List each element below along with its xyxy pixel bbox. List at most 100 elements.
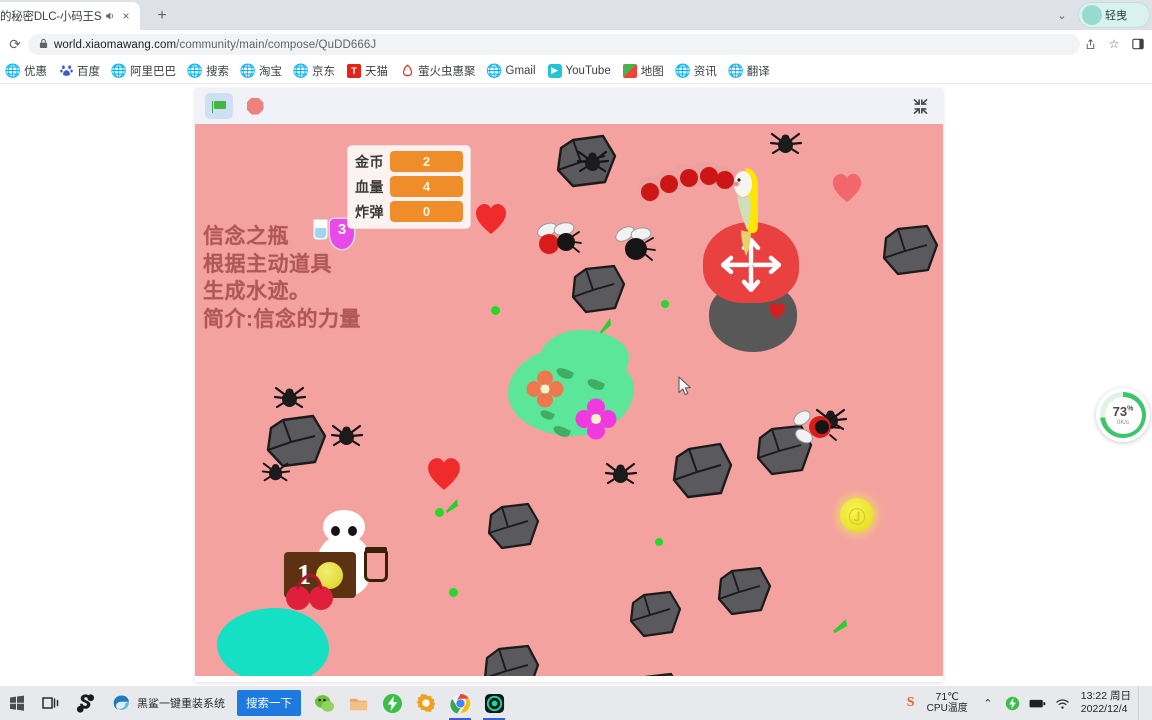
bookmark-item[interactable]: 🌐 淘宝 xyxy=(235,60,288,82)
wifi-icon[interactable] xyxy=(1054,694,1072,712)
bookmark-item[interactable]: 地图 xyxy=(617,60,670,82)
sogou-browser-icon[interactable] xyxy=(68,686,102,720)
flower-sprite xyxy=(575,398,617,440)
chevron-down-icon[interactable]: ⌄ xyxy=(1048,1,1076,29)
new-tab-button[interactable]: + xyxy=(150,4,174,28)
tab-audio-icon[interactable] xyxy=(102,8,118,24)
green-flag-icon xyxy=(211,100,227,113)
taskbar-app-edge[interactable]: 黑鲨一键重装系统 xyxy=(102,688,233,718)
spider-sprite xyxy=(604,460,638,490)
address-bar[interactable]: world.xiaomawang.com/community/main/comp… xyxy=(28,34,1080,55)
spider-sprite xyxy=(273,384,307,414)
bookmark-star-icon[interactable]: ☆ xyxy=(1102,32,1126,56)
stop-button[interactable] xyxy=(242,93,268,119)
network-speed-widget[interactable]: 73% 0K/s xyxy=(1096,388,1150,442)
search-button[interactable]: 搜索一下 xyxy=(237,690,301,716)
bookmark-item[interactable]: ▶ YouTube xyxy=(542,60,617,82)
green-dot-sprite xyxy=(449,588,458,597)
thunder-tray-icon[interactable] xyxy=(1004,694,1022,712)
percent-unit: % xyxy=(1127,405,1134,413)
chevron-up-icon[interactable]: ⌃ xyxy=(979,694,997,712)
wechat-icon[interactable] xyxy=(307,686,341,720)
globe-icon: 🌐 xyxy=(292,62,310,78)
globe-icon: 🌐 xyxy=(727,62,744,78)
game-toolbar xyxy=(195,88,943,124)
youtube-icon: ▶ xyxy=(547,63,562,78)
bookmark-label: 资讯 xyxy=(693,65,717,78)
bookmark-item[interactable]: 🌐 翻译 xyxy=(723,60,776,82)
battery-icon[interactable] xyxy=(1029,694,1047,712)
game-stage[interactable]: 1 Ⓙ 金币 2 血量 4 炸弹 0 信念之瓶 根据主动道具 生成水迹。 简介:… xyxy=(195,124,943,676)
bookmark-item[interactable]: 🌐 京东 xyxy=(288,60,341,82)
bookmark-item[interactable]: 🌐 阿里巴巴 xyxy=(106,60,182,82)
rock-sprite xyxy=(716,566,772,616)
bookmark-label: 萤火虫惠聚 xyxy=(418,65,476,78)
bookmark-item[interactable]: 🌐 搜索 xyxy=(182,60,235,82)
rock-sprite xyxy=(570,264,626,314)
heart-sprite xyxy=(426,456,462,492)
thunder-icon[interactable] xyxy=(375,686,409,720)
heart-sprite xyxy=(474,202,508,236)
hud-label-health: 血量 xyxy=(355,178,384,195)
settings-icon[interactable] xyxy=(409,686,443,720)
rock-sprite xyxy=(628,590,682,638)
share-icon[interactable] xyxy=(1078,32,1102,56)
leaf-shard-sprite xyxy=(831,616,849,634)
bookmark-label: 搜索 xyxy=(206,65,229,78)
rock-sprite xyxy=(486,502,540,550)
globe-icon: 🌐 xyxy=(110,62,128,78)
snowman-eye xyxy=(348,526,357,536)
player-character-sprite xyxy=(723,162,769,262)
avatar xyxy=(1082,5,1102,25)
chrome-icon[interactable] xyxy=(443,686,477,720)
flask-icon xyxy=(313,219,328,240)
bookmark-item[interactable]: 🌐 Gmail xyxy=(482,60,542,82)
coin-pickup-sprite: Ⓙ xyxy=(840,498,874,532)
bookmark-label: 地图 xyxy=(640,65,664,78)
cpu-temp-widget[interactable]: 71℃ CPU温度 xyxy=(927,691,968,715)
browser-tab[interactable]: 的秘密DLC-小码王Sc × xyxy=(0,2,140,30)
rock-sprite xyxy=(629,672,683,676)
bookmark-item[interactable]: 百度 xyxy=(53,60,106,82)
rock-sprite xyxy=(881,224,939,276)
sogou-input-icon[interactable]: S xyxy=(902,694,920,712)
bookmark-item[interactable]: 🌐 资讯 xyxy=(670,60,723,82)
tab-close-icon[interactable]: × xyxy=(118,8,134,24)
globe-icon: 🌐 xyxy=(486,62,503,78)
usage-percent: 73% xyxy=(1112,403,1134,419)
rock-sprite xyxy=(671,442,733,500)
start-icon[interactable] xyxy=(0,686,34,720)
bookmark-item[interactable]: 萤火虫惠聚 xyxy=(394,60,482,82)
snowman-head xyxy=(323,510,365,544)
url-path: /community/main/compose/QuDD666J xyxy=(176,38,377,51)
folder-icon[interactable] xyxy=(341,686,375,720)
lock-icon xyxy=(36,38,50,51)
green-dot-sprite xyxy=(661,300,669,308)
screen: 的秘密DLC-小码王Sc × + ⌄ 轻曳 ⟳ world.xiaomawang… xyxy=(0,0,1152,720)
clock[interactable]: 13:22 周日 2022/12/4 xyxy=(1081,690,1131,715)
hud-value-health: 4 xyxy=(390,176,463,197)
address-bar-url: world.xiaomawang.com/community/main/comp… xyxy=(54,39,376,51)
cpu-temp-label: CPU温度 xyxy=(926,703,968,715)
jar-sprite xyxy=(364,547,388,582)
exit-fullscreen-button[interactable] xyxy=(907,93,933,119)
hud-row: 金币 2 xyxy=(355,151,463,172)
taskbar-app-label: 黑鲨一键重装系统 xyxy=(137,698,225,710)
bookmark-label: YouTube xyxy=(565,64,611,77)
heart-sprite xyxy=(768,302,786,320)
project-player-panel: 1 Ⓙ 金币 2 血量 4 炸弹 0 信念之瓶 根据主动道具 生成水迹。 简介:… xyxy=(195,88,943,682)
green-flag-button[interactable] xyxy=(205,93,233,119)
taskbar: 黑鲨一键重装系统 搜索一下 S 71℃ CPU温度 ⌃ 13:22 周日 202… xyxy=(0,686,1152,720)
hud-row: 血量 4 xyxy=(355,176,463,197)
scratch-icon[interactable] xyxy=(477,686,511,720)
side-panel-icon[interactable] xyxy=(1126,32,1150,56)
snowman-eye xyxy=(331,526,340,536)
profile-button[interactable]: 轻曳 xyxy=(1078,2,1150,28)
url-domain: world.xiaomawang.com xyxy=(54,38,177,51)
task-view-icon[interactable] xyxy=(34,686,68,720)
bookmark-item[interactable]: T 天猫 xyxy=(341,60,394,82)
bookmark-item[interactable]: 🌐 优惠 xyxy=(0,60,53,82)
stop-sign-icon xyxy=(246,97,264,115)
reload-icon[interactable]: ⟳ xyxy=(2,31,28,57)
show-desktop-button[interactable] xyxy=(1138,686,1146,720)
